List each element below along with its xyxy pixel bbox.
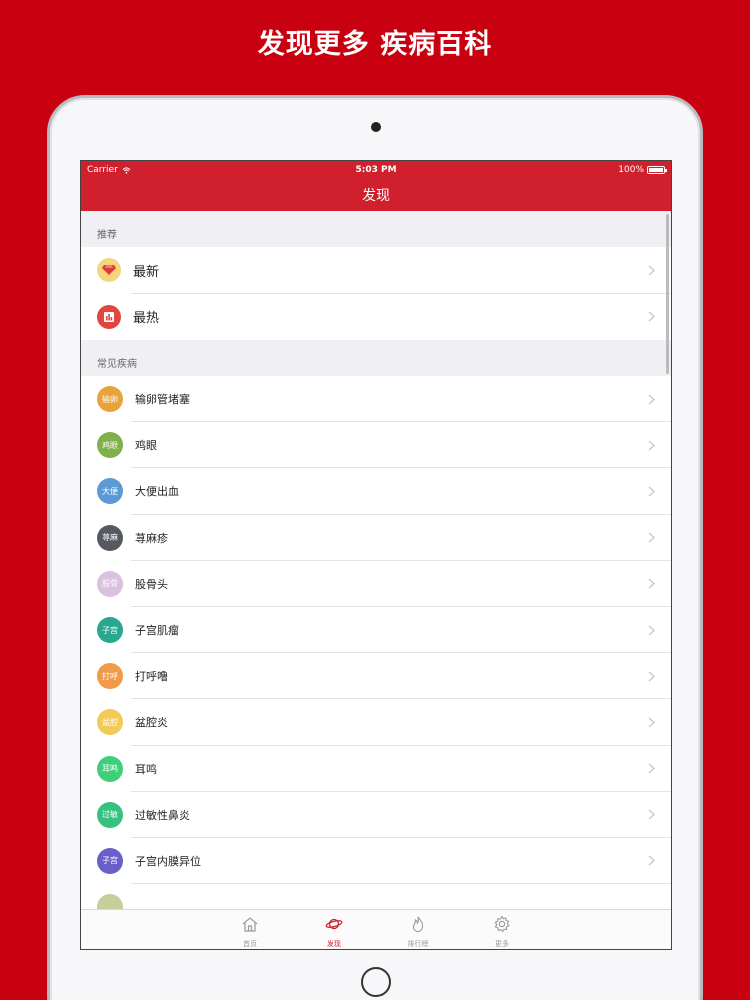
scroll-indicator[interactable] xyxy=(666,214,669,374)
chevron-right-icon xyxy=(648,532,655,543)
home-icon xyxy=(241,915,259,937)
tab-label: 排行榜 xyxy=(407,940,429,948)
disease-list-item[interactable]: 输卵 输卵管堵塞 xyxy=(81,376,671,423)
disease-label: 荨麻疹 xyxy=(135,531,168,545)
battery-percent: 100% xyxy=(618,165,644,175)
recommend-item-latest[interactable]: 最新 xyxy=(81,247,671,294)
recommend-item-label: 最热 xyxy=(133,311,160,327)
status-time: 5:03 PM xyxy=(355,165,397,175)
chevron-right-icon xyxy=(648,440,655,451)
tab-home[interactable]: 首页 xyxy=(237,910,263,949)
disease-avatar-icon: 打呼 xyxy=(97,663,123,690)
disease-list-item[interactable]: 股骨 股骨头 xyxy=(81,560,671,608)
disease-label: 大便出血 xyxy=(135,485,179,499)
tab-label: 更多 xyxy=(495,940,509,948)
disease-avatar-icon: 耳鸣 xyxy=(97,755,123,782)
nav-bar: 发现 xyxy=(81,179,671,211)
wifi-icon xyxy=(122,166,131,174)
chevron-right-icon xyxy=(648,578,655,589)
section-header-common: 常见疾病 xyxy=(97,359,137,370)
bar-chart-icon xyxy=(97,304,121,329)
disease-list-item[interactable]: 鸡眼 鸡眼 xyxy=(81,422,671,469)
disease-list-item[interactable]: 子宫 子宫内膜异位 xyxy=(81,837,671,885)
disease-label: 过敏性鼻炎 xyxy=(135,808,190,822)
disease-avatar-icon: 荨麻 xyxy=(97,524,123,551)
disease-label: 子宫肌瘤 xyxy=(135,624,179,638)
disease-label: 输卵管堵塞 xyxy=(135,393,190,407)
planet-icon xyxy=(325,915,343,937)
disease-avatar-icon: 子宫 xyxy=(97,847,123,874)
disease-list: 输卵 输卵管堵塞 鸡眼 鸡眼 大便 大便出血 荨麻 荨麻疹 股骨 股骨头 子宫 子宫肌瘤 打呼 打呼噜 盆腔… xyxy=(81,376,671,909)
tab-flame[interactable]: 排行榜 xyxy=(405,910,431,949)
recommend-item-label: 最新 xyxy=(133,264,160,280)
battery-icon xyxy=(647,166,667,174)
chevron-right-icon xyxy=(648,763,655,774)
disease-list-item[interactable]: 盆腔 盆腔炎 xyxy=(81,699,671,746)
section-header-recommend: 推荐 xyxy=(97,230,117,241)
disease-label: 打呼噜 xyxy=(135,670,168,684)
chevron-right-icon xyxy=(648,855,655,866)
tab-planet[interactable]: 发现 xyxy=(321,910,347,949)
disease-label: 耳鸣 xyxy=(135,762,157,776)
disease-label: 子宫内膜异位 xyxy=(135,854,201,868)
disease-list-item[interactable]: 打呼 打呼噜 xyxy=(81,653,671,700)
disease-list-item[interactable]: 大便 大便出血 xyxy=(81,468,671,515)
flame-icon xyxy=(409,915,427,937)
ipad-frame: Carrier 5:03 PM 100% 发现 推荐 最新 最热 常见疾病 输卵… xyxy=(47,95,703,1000)
disease-avatar-icon xyxy=(97,894,123,909)
disease-label: 盆腔炎 xyxy=(135,716,168,730)
chevron-right-icon xyxy=(648,625,655,636)
chevron-right-icon xyxy=(648,311,655,322)
app-screen: Carrier 5:03 PM 100% 发现 推荐 最新 最热 常见疾病 输卵… xyxy=(80,160,672,950)
chevron-right-icon xyxy=(648,394,655,405)
nav-title: 发现 xyxy=(362,188,390,204)
status-bar: Carrier 5:03 PM 100% xyxy=(81,161,671,179)
tab-gear[interactable]: 更多 xyxy=(489,910,515,949)
disease-avatar-icon: 过敏 xyxy=(97,801,123,828)
chevron-right-icon xyxy=(648,265,655,276)
recommend-list: 最新 最热 xyxy=(81,247,671,340)
disease-label: 股骨头 xyxy=(135,577,168,591)
disease-avatar-icon: 大便 xyxy=(97,478,123,505)
tab-label: 发现 xyxy=(327,940,341,948)
home-button[interactable] xyxy=(361,967,391,997)
disease-list-item[interactable]: 荨麻 荨麻疹 xyxy=(81,514,671,561)
promo-title: 发现更多 疾病百科 xyxy=(257,29,493,60)
disease-list-item[interactable]: 耳鸣 耳鸣 xyxy=(81,745,671,792)
gear-icon xyxy=(493,915,511,937)
disease-list-item[interactable] xyxy=(81,884,671,909)
carrier-label: Carrier xyxy=(87,165,118,175)
discover-list[interactable]: 推荐 最新 最热 常见疾病 输卵 输卵管堵塞 鸡眼 鸡眼 大便 大便出血 荨麻 … xyxy=(81,211,671,909)
disease-list-item[interactable]: 子宫 子宫肌瘤 xyxy=(81,606,671,654)
chevron-right-icon xyxy=(648,809,655,820)
disease-avatar-icon: 鸡眼 xyxy=(97,432,123,459)
disease-list-item[interactable]: 过敏 过敏性鼻炎 xyxy=(81,791,671,839)
disease-avatar-icon: 股骨 xyxy=(97,570,123,597)
tab-bar: 首页 发现 排行榜 更多 xyxy=(81,909,671,949)
chevron-right-icon xyxy=(648,717,655,728)
chevron-right-icon xyxy=(648,671,655,682)
disease-avatar-icon: 输卵 xyxy=(97,386,123,413)
recommend-item-hottest[interactable]: 最热 xyxy=(81,293,671,340)
disease-label: 鸡眼 xyxy=(135,439,157,453)
disease-avatar-icon: 盆腔 xyxy=(97,709,123,736)
chevron-right-icon xyxy=(648,486,655,497)
gem-icon xyxy=(97,258,121,283)
camera xyxy=(371,122,381,132)
tab-label: 首页 xyxy=(243,940,257,948)
disease-avatar-icon: 子宫 xyxy=(97,617,123,644)
